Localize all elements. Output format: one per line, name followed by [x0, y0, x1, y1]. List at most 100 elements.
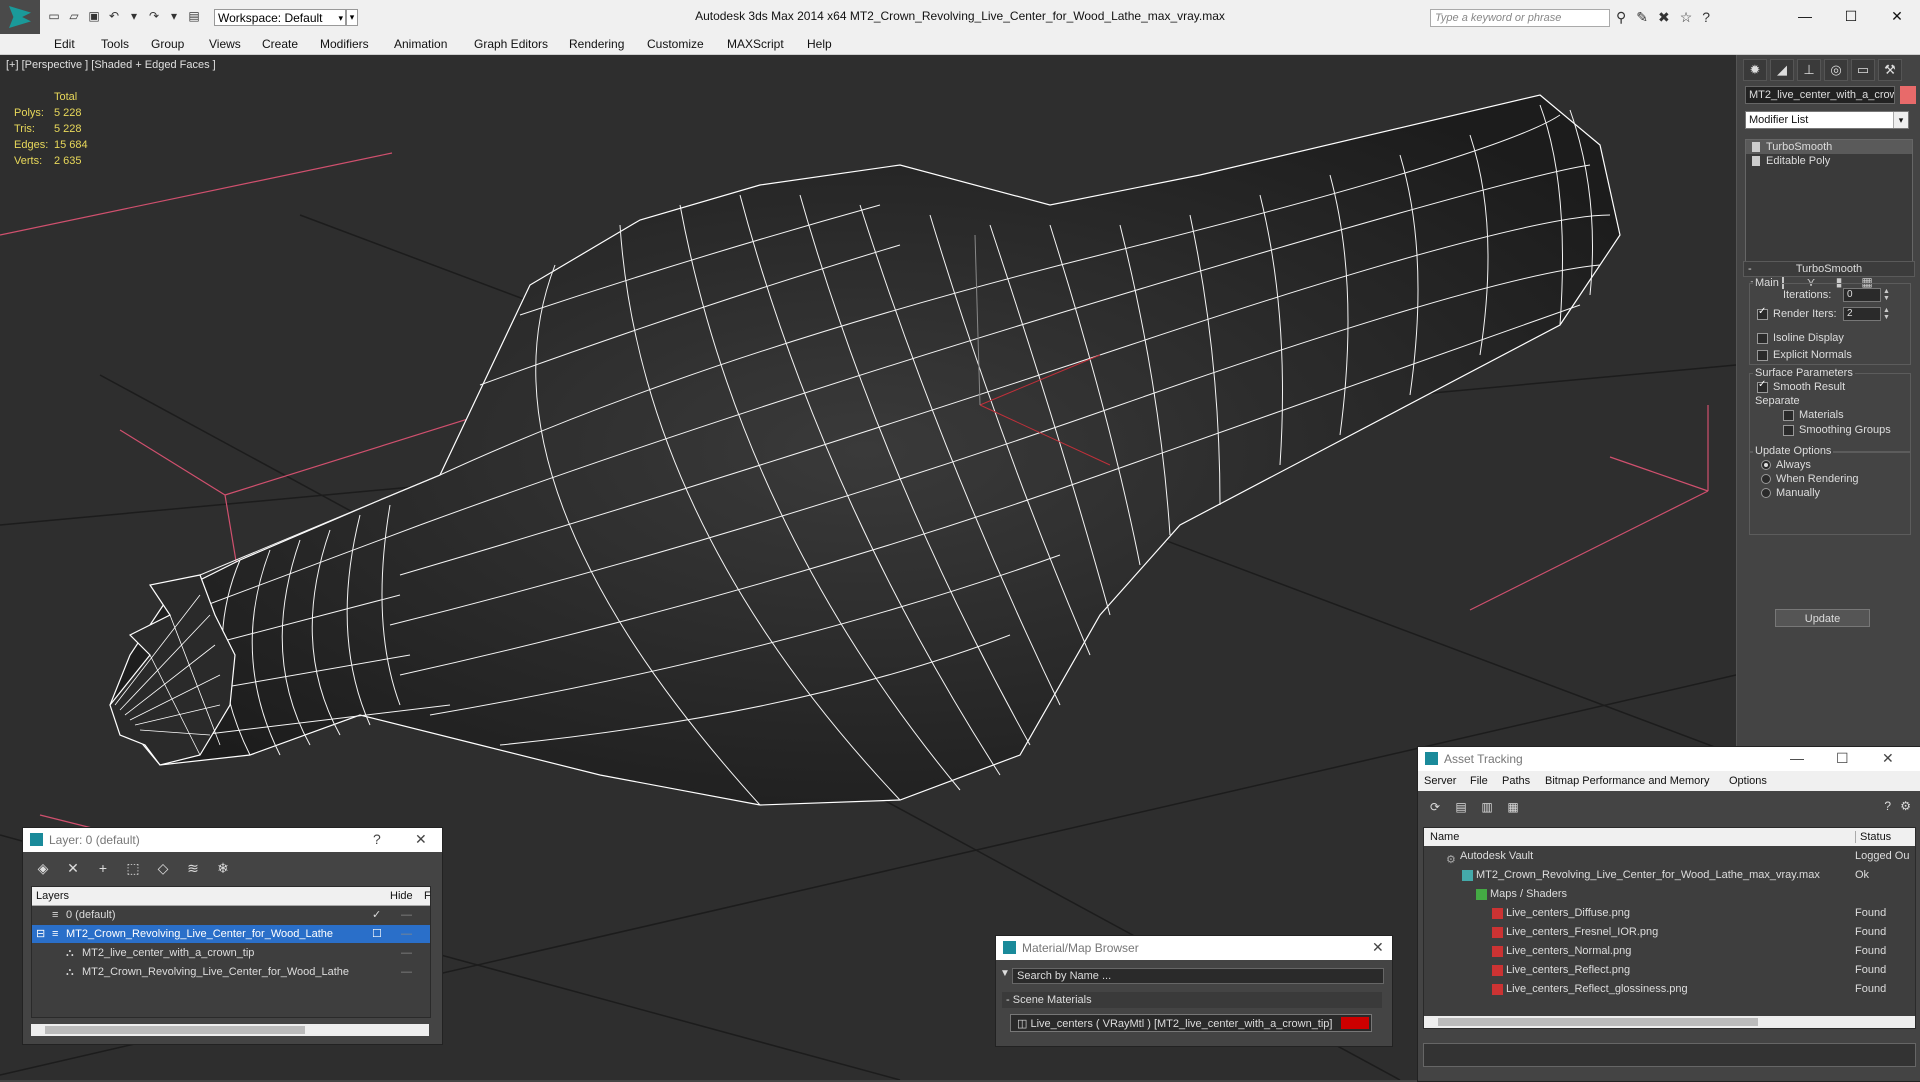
when-rendering-radio[interactable]	[1761, 474, 1771, 485]
column-freeze[interactable]: F	[424, 890, 431, 902]
hide-all-layers-icon[interactable]: ≋	[183, 859, 203, 877]
options-dropdown-icon[interactable]: ▼	[1000, 968, 1010, 979]
layer-row[interactable]: ⊟ ≡ MT2_Crown_Revolving_Live_Center_for_Wo…	[32, 925, 430, 943]
menu-tools[interactable]: Tools	[101, 37, 129, 51]
material-browser-titlebar[interactable]: Material/Map Browser ✕	[996, 936, 1392, 960]
smooth-result-row[interactable]: Smooth Result	[1757, 379, 1845, 393]
menu-paths[interactable]: Paths	[1502, 775, 1530, 787]
menu-animation[interactable]: Animation	[394, 37, 447, 51]
smoothing-groups-row[interactable]: Smoothing Groups	[1783, 424, 1891, 436]
hierarchy-tab-icon[interactable]: ⊥	[1797, 59, 1821, 81]
highlight-layer-icon[interactable]: ◇	[153, 859, 173, 877]
workspace-menu-button[interactable]: ▾	[346, 9, 358, 26]
materials-row[interactable]: Materials	[1783, 409, 1844, 421]
modify-tab-icon[interactable]: ◢	[1770, 59, 1794, 81]
add-to-layer-icon[interactable]: +	[93, 859, 113, 877]
delete-layer-icon[interactable]: ✕	[63, 859, 83, 877]
tree-view-icon[interactable]: ▥	[1478, 799, 1496, 815]
viewport-label[interactable]: [+] [Perspective ] [Shaded + Edged Faces…	[6, 59, 216, 71]
freeze-all-layers-icon[interactable]: ❄	[213, 859, 233, 877]
menu-help[interactable]: Help	[807, 37, 832, 51]
scrollbar-thumb[interactable]	[45, 1026, 305, 1034]
horizontal-scrollbar[interactable]	[1424, 1016, 1915, 1028]
manually-radio[interactable]	[1761, 488, 1771, 499]
object-color-swatch[interactable]	[1900, 86, 1916, 104]
object-name-field[interactable]: MT2_live_center_with_a_crown	[1745, 86, 1895, 104]
explicit-normals-row[interactable]: Explicit Normals	[1757, 349, 1852, 361]
current-layer-box-icon[interactable]: ☐	[372, 925, 382, 943]
update-always-row[interactable]: Always	[1761, 459, 1811, 471]
undo-icon[interactable]: ↶	[106, 8, 122, 24]
smooth-result-checkbox[interactable]	[1757, 379, 1768, 393]
menu-server[interactable]: Server	[1424, 775, 1456, 787]
workspace-dropdown[interactable]: Workspace: Default ▾	[214, 9, 346, 26]
close-icon[interactable]: ✕	[1372, 939, 1384, 956]
column-layers[interactable]: Layers	[36, 890, 69, 902]
layer-panel-titlebar[interactable]: Layer: 0 (default) ? ✕	[23, 828, 442, 852]
isoline-display-checkbox[interactable]	[1757, 332, 1768, 344]
maximize-icon[interactable]: ☐	[1828, 0, 1874, 32]
minimize-icon[interactable]: —	[1782, 0, 1828, 32]
app-logo-icon[interactable]	[0, 0, 40, 34]
material-item[interactable]: ◫ Live_centers ( VRayMtl ) [MT2_live_cen…	[1010, 1014, 1372, 1032]
stack-item-turbosmooth[interactable]: TurboSmooth	[1746, 140, 1912, 154]
motion-tab-icon[interactable]: ◎	[1824, 59, 1848, 81]
menu-modifiers[interactable]: Modifiers	[320, 37, 369, 51]
update-manually-row[interactable]: Manually	[1761, 487, 1820, 499]
materials-checkbox[interactable]	[1783, 409, 1794, 421]
redo-icon[interactable]: ↷	[146, 8, 162, 24]
menu-edit[interactable]: Edit	[54, 37, 75, 51]
always-radio[interactable]	[1761, 460, 1771, 471]
iterations-spinner[interactable]: 0	[1843, 288, 1881, 302]
save-icon[interactable]: ▣	[86, 8, 102, 24]
select-in-layer-icon[interactable]: ⬚	[123, 859, 143, 877]
menu-maxscript[interactable]: MAXScript	[727, 37, 784, 51]
communication-center-icon[interactable]: ✎	[1636, 9, 1648, 26]
menu-create[interactable]: Create	[262, 37, 298, 51]
explicit-normals-checkbox[interactable]	[1757, 349, 1768, 361]
menu-group[interactable]: Group	[151, 37, 184, 51]
layer-object-row[interactable]: ⛬ MT2_Crown_Revolving_Live_Center_for_Woo…	[32, 963, 430, 981]
freeze-toggle[interactable]: —	[401, 925, 412, 943]
redo-dropdown-icon[interactable]: ▾	[166, 8, 182, 24]
column-status[interactable]: Status	[1855, 831, 1891, 843]
current-layer-check-icon[interactable]: ✓	[372, 906, 381, 924]
menu-views[interactable]: Views	[209, 37, 241, 51]
scrollbar-thumb[interactable]	[1438, 1018, 1758, 1026]
refresh-icon[interactable]: ⟳	[1426, 799, 1444, 815]
column-name[interactable]: Name	[1430, 831, 1459, 843]
modifier-list-dropdown[interactable]: Modifier List ▾	[1745, 111, 1909, 129]
asset-row[interactable]: MT2_Crown_Revolving_Live_Center_for_Wood…	[1424, 866, 1915, 885]
menu-customize[interactable]: Customize	[647, 37, 704, 51]
spinner-arrows-icon[interactable]: ▲ ▼	[1883, 307, 1891, 321]
material-search-input[interactable]: Search by Name ...	[1012, 968, 1384, 984]
menu-bitmap-performance[interactable]: Bitmap Performance and Memory	[1545, 775, 1709, 787]
isoline-display-row[interactable]: Isoline Display	[1757, 332, 1844, 344]
keyword-search-input[interactable]: Type a keyword or phrase	[1430, 9, 1610, 27]
lightbulb-icon[interactable]	[1752, 142, 1760, 152]
close-icon[interactable]: ✕	[1874, 0, 1920, 32]
subscription-icon[interactable]: ✖	[1658, 9, 1670, 26]
help-icon[interactable]: ?	[1702, 9, 1710, 26]
layer-row[interactable]: ≡ 0 (default) ✓ —	[32, 906, 430, 924]
asset-tracking-titlebar[interactable]: Asset Tracking — ☐ ✕	[1418, 747, 1920, 771]
close-icon[interactable]: ✕	[415, 831, 427, 848]
update-when-rendering-row[interactable]: When Rendering	[1761, 473, 1859, 485]
help-icon[interactable]: ?	[373, 831, 381, 847]
update-button[interactable]: Update	[1775, 609, 1870, 627]
collapse-icon[interactable]: ⊟	[36, 925, 45, 943]
help-icon[interactable]: ?	[1884, 799, 1891, 813]
maximize-icon[interactable]: ☐	[1836, 750, 1849, 767]
context-help-icon[interactable]: ⚙	[1900, 799, 1911, 813]
menu-rendering[interactable]: Rendering	[569, 37, 624, 51]
asset-row[interactable]: Live_centers_Diffuse.png Found	[1424, 904, 1915, 923]
spinner-arrows-icon[interactable]: ▲ ▼	[1883, 288, 1891, 302]
asset-row[interactable]: Live_centers_Reflect_glossiness.png Found	[1424, 980, 1915, 999]
layer-object-row[interactable]: ⛬ MT2_live_center_with_a_crown_tip —	[32, 944, 430, 962]
freeze-toggle[interactable]: —	[401, 944, 412, 962]
smoothing-groups-checkbox[interactable]	[1783, 424, 1794, 436]
display-tab-icon[interactable]: ▭	[1851, 59, 1875, 81]
render-iters-spinner[interactable]: 2	[1843, 307, 1881, 321]
stack-item-editable-poly[interactable]: Editable Poly	[1746, 154, 1912, 168]
asset-row[interactable]: Live_centers_Reflect.png Found	[1424, 961, 1915, 980]
